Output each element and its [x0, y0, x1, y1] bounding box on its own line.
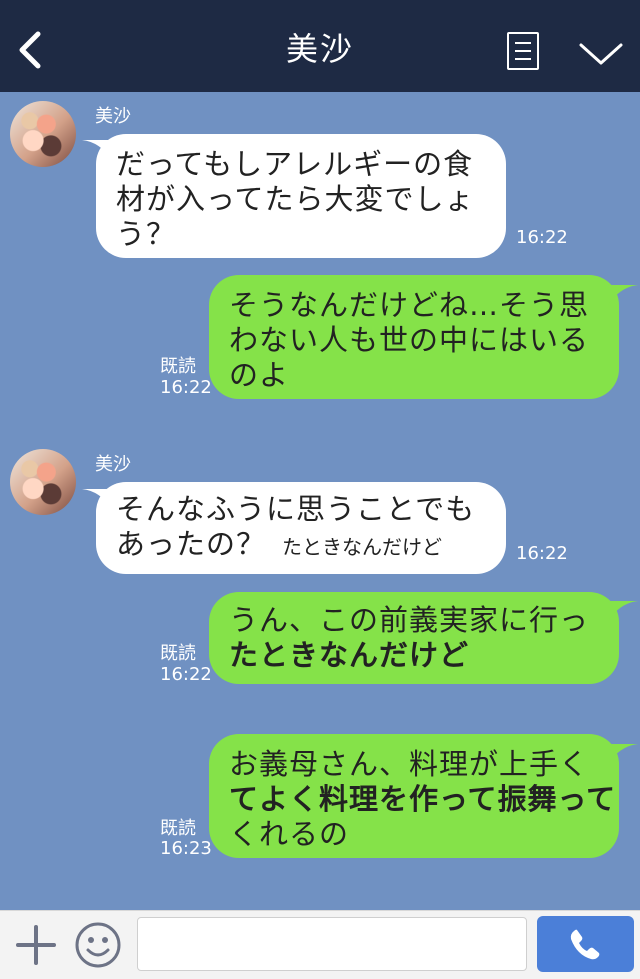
message-input[interactable]	[137, 917, 527, 971]
plus-icon[interactable]	[14, 923, 58, 967]
message-line: たときなんだけど	[229, 638, 470, 672]
sender-name: 美沙	[95, 454, 131, 475]
message-bubble[interactable]: うん、この前義実家に行っ たときなんだけど	[209, 592, 619, 684]
message-line: だってもしアレルギーの食	[116, 147, 474, 181]
read-receipt: 既読	[160, 818, 196, 839]
read-receipt: 既読	[160, 356, 196, 377]
message-time: 16:22	[160, 664, 212, 685]
message-time: 16:22	[160, 377, 212, 398]
bubble-tail	[608, 285, 638, 305]
bubble-tail	[608, 601, 638, 621]
message-bubble[interactable]: だってもしアレルギーの食 材が入ってたら大変でしょ う？	[96, 134, 506, 258]
menu-icon[interactable]	[507, 32, 539, 70]
message-bubble[interactable]: お義母さん、料理が上手く てよく料理を作って振舞って くれるの	[209, 734, 619, 858]
message-line: あったの？	[116, 527, 267, 561]
message-line: くれるの	[229, 817, 350, 851]
message-line: うん、この前義実家に行っ	[229, 603, 590, 637]
avatar[interactable]	[10, 449, 76, 515]
message-line: お義母さん、料理が上手く	[229, 747, 590, 781]
message-time: 16:22	[516, 543, 568, 564]
avatar[interactable]	[10, 101, 76, 167]
phone-icon	[570, 929, 600, 960]
chat-header: 美沙	[0, 0, 640, 92]
message-line: そうなんだけどね…そう思	[229, 288, 590, 322]
read-receipt: 既読	[160, 643, 196, 664]
message-line: う？	[116, 217, 177, 251]
message-line: のよ	[229, 358, 290, 392]
message-line: 材が入ってたら大変でしょ	[116, 182, 475, 216]
sender-name: 美沙	[95, 106, 131, 127]
message-bubble[interactable]: そうなんだけどね…そう思 わない人も世の中にはいる のよ	[209, 275, 619, 399]
message-line: わない人も世の中にはいる	[229, 323, 590, 357]
chat-title: 美沙	[285, 30, 354, 68]
smiley-icon[interactable]	[74, 921, 122, 969]
chat-area[interactable]: 美沙 だってもしアレルギーの食 材が入ってたら大変でしょ う？ 16:22 既読…	[0, 92, 640, 910]
input-bar	[0, 910, 640, 979]
chevron-down-icon[interactable]	[578, 40, 624, 68]
call-button[interactable]	[537, 916, 634, 972]
message-time: 16:22	[516, 227, 568, 248]
message-bubble[interactable]: そんなふうに思うことでも あったの？ たときなんだけど	[96, 482, 506, 574]
message-line: てよく料理を作って振舞って	[229, 782, 617, 816]
back-icon[interactable]	[14, 30, 50, 70]
bubble-tail	[608, 744, 638, 764]
message-line: そんなふうに思うことでも	[116, 492, 476, 526]
message-time: 16:23	[160, 838, 212, 859]
message-overlay-text: たときなんだけど	[282, 535, 443, 559]
